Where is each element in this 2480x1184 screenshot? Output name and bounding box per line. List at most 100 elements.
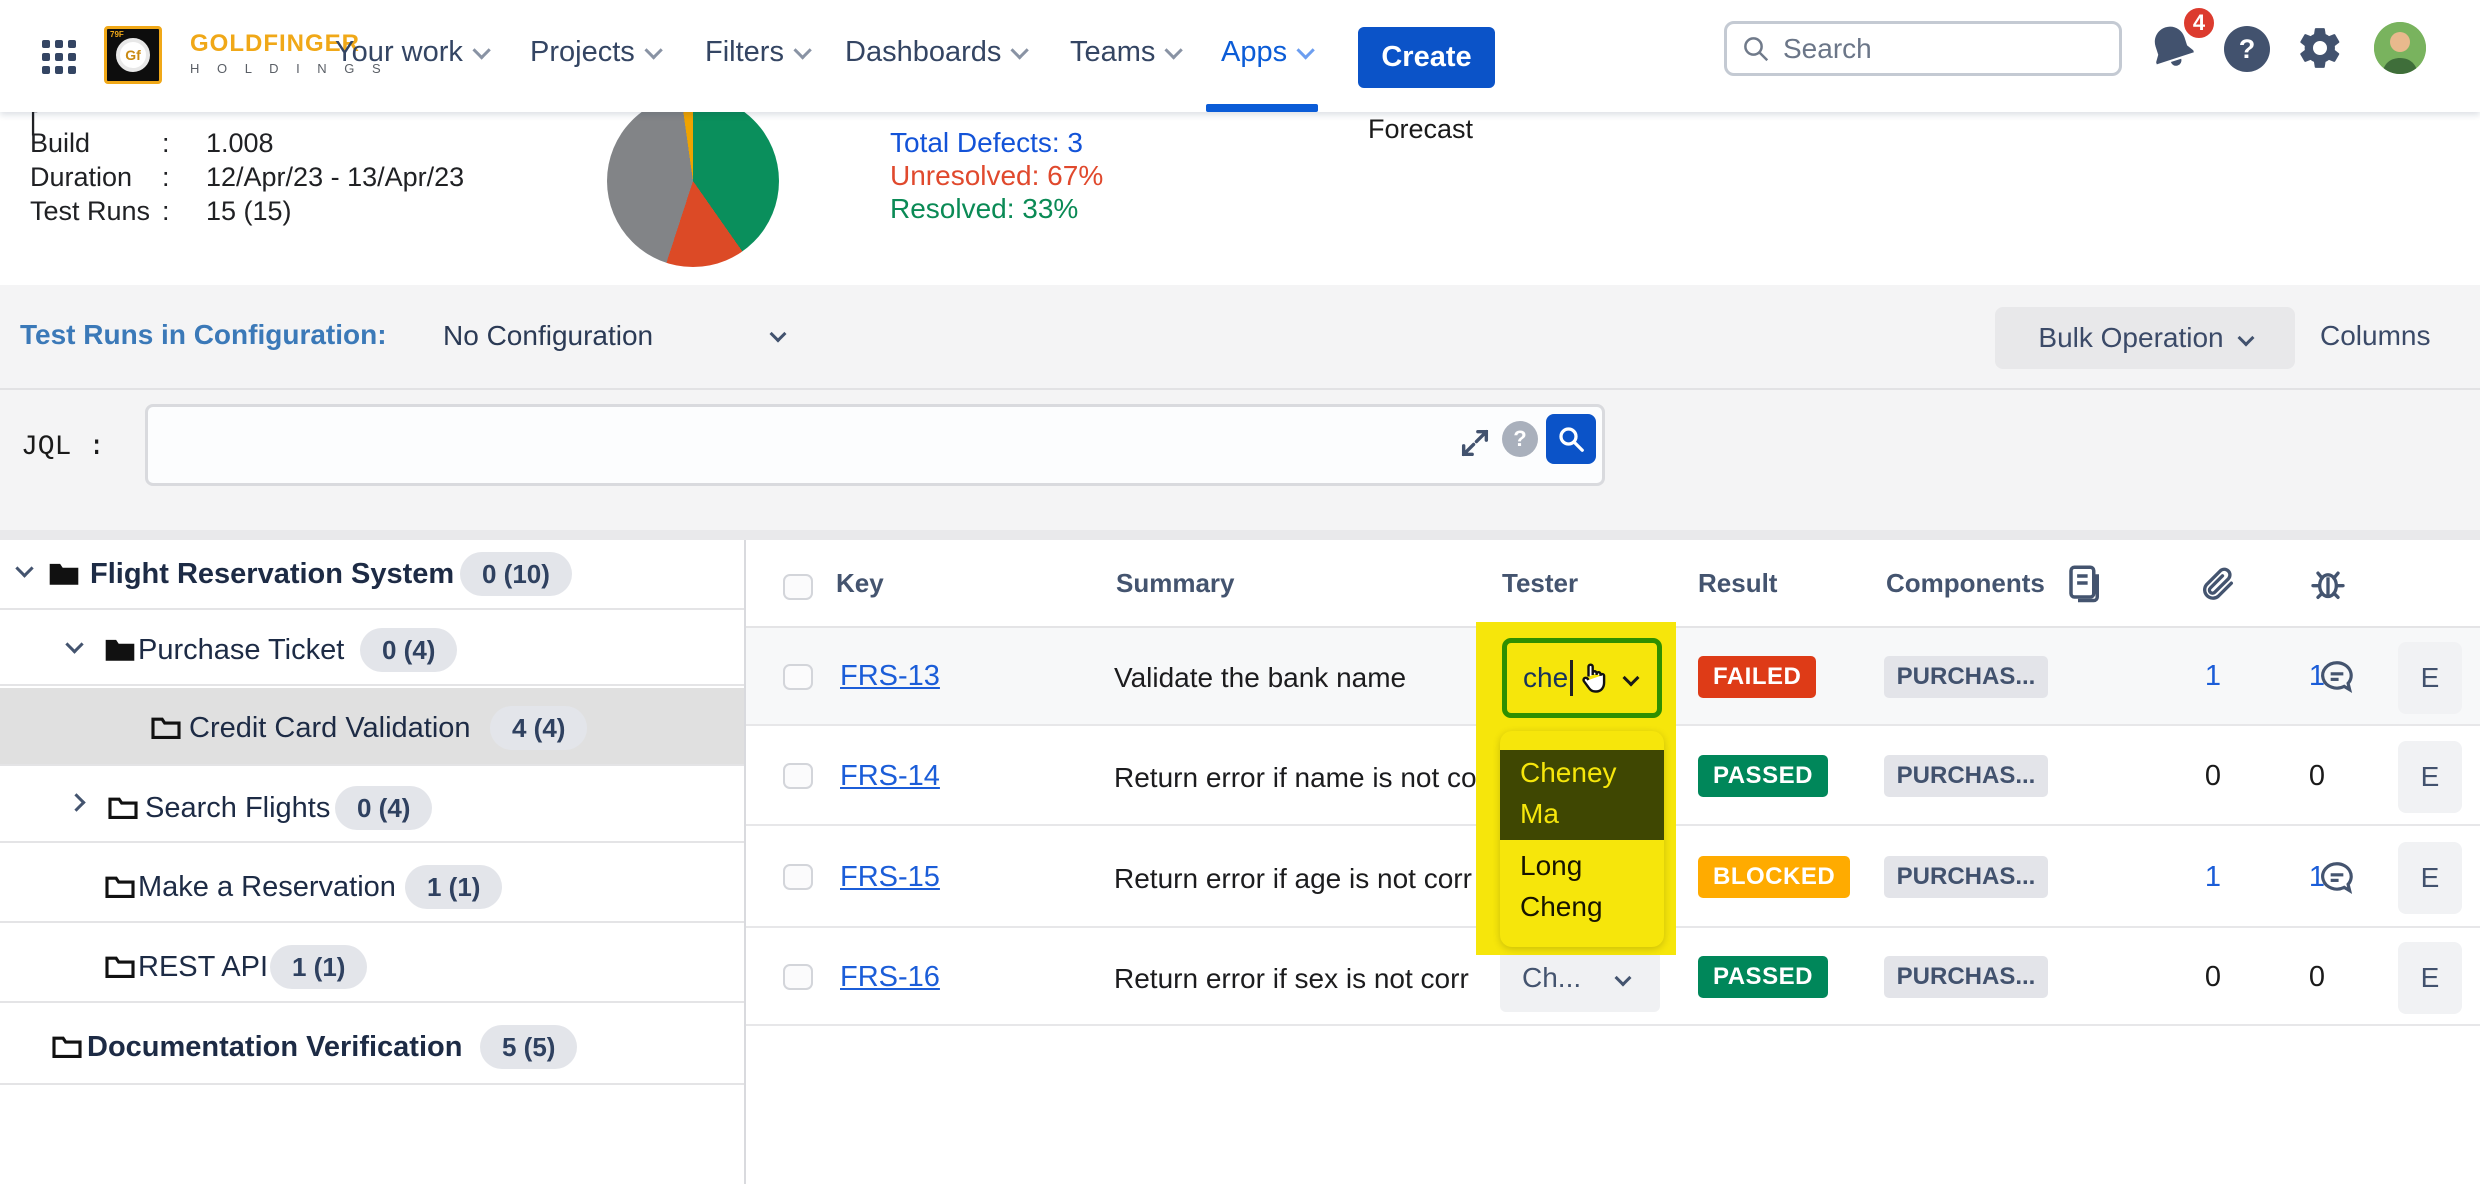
- duration-row: Duration:12/Apr/23 - 13/Apr/23: [30, 162, 464, 193]
- col-key[interactable]: Key: [836, 568, 884, 599]
- tree-item-purchase-ticket[interactable]: Purchase Ticket 0 (4): [0, 612, 744, 686]
- brand-logo[interactable]: 79F Gf: [104, 26, 162, 84]
- chevron-down-icon: [472, 41, 490, 59]
- test-runs-row: Test Runs:15 (15): [30, 196, 292, 227]
- issue-key-link[interactable]: FRS-13: [840, 660, 940, 693]
- result-badge[interactable]: FAILED: [1698, 656, 1816, 698]
- execute-button[interactable]: E: [2398, 642, 2462, 714]
- folder-icon: [104, 636, 136, 662]
- attachments-count[interactable]: 0: [2183, 961, 2243, 994]
- summary-text: Return error if sex is not corr: [1114, 963, 1496, 995]
- jql-search-button[interactable]: [1546, 414, 1596, 464]
- active-tab-underline: [1206, 104, 1318, 112]
- chevron-down-icon[interactable]: [15, 559, 33, 577]
- col-tester[interactable]: Tester: [1502, 568, 1578, 599]
- summary-text: Validate the bank name: [1114, 662, 1496, 694]
- defects-count[interactable]: 0: [2287, 961, 2347, 994]
- issue-key-link[interactable]: FRS-16: [840, 961, 940, 994]
- build-row: Build:1.008: [30, 128, 274, 159]
- select-all-checkbox[interactable]: [783, 574, 813, 600]
- bulk-operation-button[interactable]: Bulk Operation: [1995, 307, 2295, 369]
- nav-dashboards[interactable]: Dashboards: [845, 0, 1024, 104]
- issue-key-link[interactable]: FRS-15: [840, 861, 940, 894]
- duration-value: 12/Apr/23 - 13/Apr/23: [206, 162, 464, 192]
- col-summary[interactable]: Summary: [1116, 568, 1235, 599]
- jql-help-icon[interactable]: ?: [1502, 421, 1538, 457]
- section-divider: [0, 530, 2480, 540]
- user-avatar[interactable]: [2374, 22, 2426, 74]
- nav-filters[interactable]: Filters: [705, 0, 807, 104]
- dropdown-option-long-cheng[interactable]: LongCheng: [1500, 843, 1664, 933]
- search-icon: [1556, 424, 1586, 454]
- settings-gear-icon[interactable]: [2296, 24, 2344, 72]
- result-badge[interactable]: PASSED: [1698, 755, 1828, 797]
- global-search-input[interactable]: Search: [1724, 21, 2122, 76]
- test-repository-tree: Flight Reservation System 0 (10) Purchas…: [0, 540, 744, 1184]
- chevron-down-icon[interactable]: [1623, 670, 1640, 687]
- tree-item-search-flights[interactable]: Search Flights 0 (4): [0, 768, 744, 843]
- row-checkbox[interactable]: [783, 664, 813, 690]
- chevron-down-icon[interactable]: [65, 635, 83, 653]
- hand-cursor-icon: [1575, 660, 1611, 696]
- row-checkbox[interactable]: [783, 864, 813, 890]
- components-pill: PURCHAS...: [1884, 856, 2048, 898]
- attachments-count[interactable]: 1: [2183, 660, 2243, 693]
- row-checkbox[interactable]: [783, 964, 813, 990]
- chevron-down-icon: [2237, 330, 2254, 347]
- issue-key-link[interactable]: FRS-14: [840, 760, 940, 793]
- nav-teams[interactable]: Teams: [1070, 0, 1178, 104]
- attachment-paperclip-icon: [2198, 564, 2238, 604]
- dropdown-option-cheney-ma[interactable]: CheneyMa: [1500, 750, 1664, 840]
- resolved-defects: Resolved: 33%: [890, 192, 1103, 225]
- tester-edit-input[interactable]: che: [1502, 638, 1662, 718]
- col-components[interactable]: Components: [1886, 568, 2045, 599]
- result-badge[interactable]: PASSED: [1698, 956, 1828, 998]
- components-pill: PURCHAS...: [1884, 956, 2048, 998]
- defects-count[interactable]: 0: [2287, 760, 2347, 793]
- app-switcher-icon[interactable]: [42, 40, 80, 74]
- configuration-select[interactable]: No Configuration: [443, 320, 653, 352]
- tree-item-rest-api[interactable]: REST API 1 (1): [0, 925, 744, 1003]
- nav-your-work[interactable]: Your work: [335, 0, 486, 104]
- help-icon[interactable]: ?: [2224, 26, 2270, 72]
- col-result[interactable]: Result: [1698, 568, 1777, 599]
- folder-outline-icon: [150, 714, 182, 740]
- chevron-down-icon: [793, 41, 811, 59]
- tree-item-documentation-verification[interactable]: Documentation Verification 5 (5): [0, 1005, 744, 1085]
- tree-item-credit-card-validation[interactable]: Credit Card Validation 4 (4): [0, 688, 744, 766]
- nav-apps[interactable]: Apps: [1221, 0, 1310, 104]
- attachments-count[interactable]: 1: [2183, 861, 2243, 894]
- expand-icon[interactable]: [1458, 426, 1492, 460]
- jql-input[interactable]: [145, 404, 1605, 486]
- result-badge[interactable]: BLOCKED: [1698, 856, 1850, 898]
- configuration-toolbar: Test Runs in Configuration: No Configura…: [0, 285, 2480, 390]
- test-runs-value: 15 (15): [206, 196, 292, 226]
- tree-item-make-a-reservation[interactable]: Make a Reservation 1 (1): [0, 845, 744, 923]
- defects-count[interactable]: 1: [2287, 660, 2347, 693]
- defects-count[interactable]: 1: [2287, 861, 2347, 894]
- create-button[interactable]: Create: [1358, 27, 1495, 88]
- chevron-down-icon: [1165, 41, 1183, 59]
- nav-projects[interactable]: Projects: [530, 0, 658, 104]
- row-checkbox[interactable]: [783, 763, 813, 789]
- components-pill: PURCHAS...: [1884, 656, 2048, 698]
- tree-item-flight-reservation-system[interactable]: Flight Reservation System 0 (10): [0, 540, 744, 610]
- execute-button[interactable]: E: [2398, 942, 2462, 1014]
- columns-button[interactable]: Columns: [2320, 320, 2430, 352]
- attachments-count[interactable]: 0: [2183, 760, 2243, 793]
- defects-summary: Total Defects: 3 Unresolved: 67% Resolve…: [890, 126, 1103, 225]
- folder-outline-icon: [104, 953, 136, 979]
- chevron-down-icon: [1615, 970, 1632, 987]
- logo-monogram: Gf: [116, 38, 150, 72]
- chevron-right-icon[interactable]: [67, 793, 85, 811]
- jql-label: JQL :: [21, 432, 105, 463]
- chevron-down-icon: [1011, 41, 1029, 59]
- chevron-down-icon[interactable]: [772, 327, 784, 345]
- table-header: Key Summary Tester Result Components: [746, 540, 2480, 628]
- forecast-label: Forecast: [1368, 114, 1473, 145]
- execute-button[interactable]: E: [2398, 741, 2462, 813]
- execute-button[interactable]: E: [2398, 842, 2462, 914]
- dashboard-strip: [ Build:1.008 Duration:12/Apr/23 - 13/Ap…: [0, 112, 2480, 285]
- top-nav-bar: 79F Gf GOLDFINGER H O L D I N G S Your w…: [0, 0, 2480, 112]
- summary-text: Return error if age is not corr: [1114, 863, 1496, 895]
